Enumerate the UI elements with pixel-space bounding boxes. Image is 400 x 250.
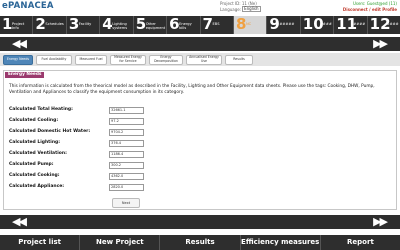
domestic-hot-water-field[interactable]: 9704.2	[109, 129, 144, 136]
field-label: Calculated Appliance:	[9, 184, 65, 189]
row-cooling: Calculated Cooling: 97.2	[9, 118, 209, 125]
step-2[interactable]: 2 Schedules	[33, 16, 67, 34]
cooling-field[interactable]: 97.2	[109, 118, 144, 125]
step-10[interactable]: 10 ####	[301, 16, 335, 34]
bottom-nav-bar: ◀◀ ▶▶	[0, 215, 400, 229]
top-nav-bar: ◀◀ ▶▶	[0, 37, 400, 51]
header: ePANACEA Project ID: 11 (Ne) Language: E…	[0, 0, 400, 15]
field-label: Calculated Cooking:	[9, 173, 60, 178]
next-button[interactable]: Next	[112, 198, 140, 208]
step-12[interactable]: 12 ####	[368, 16, 400, 34]
step-5[interactable]: 5 Other equipment	[134, 16, 168, 34]
intro-text: This information is calculated from the …	[9, 84, 375, 95]
pump-field[interactable]: 300.2	[109, 162, 144, 169]
field-label: Calculated Domestic Hot Water:	[9, 129, 91, 134]
field-label: Calculated Pump:	[9, 162, 54, 167]
tab-results[interactable]: Results	[225, 54, 253, 65]
menu-new-project[interactable]: New Project	[80, 235, 161, 250]
next-arrow-icon[interactable]: ▶▶	[373, 216, 388, 228]
cooking-field[interactable]: 4362.0	[109, 173, 144, 180]
field-label: Calculated Ventilation:	[9, 151, 67, 156]
step-7[interactable]: 7 EBS	[201, 16, 234, 34]
language-select[interactable]: English	[242, 6, 261, 12]
field-label: Calculated Lighting:	[9, 140, 61, 145]
panel-title: Energy Needs	[5, 72, 45, 78]
language-label: Language:	[220, 6, 242, 12]
row-pump: Calculated Pump: 300.2	[9, 162, 209, 169]
appliance-field[interactable]: 2820.0	[109, 184, 144, 191]
tab-energy-decomposition[interactable]: Energy Decomposition	[149, 54, 183, 65]
menu-report[interactable]: Report	[321, 235, 400, 250]
row-cooking: Calculated Cooking: 4362.0	[9, 173, 209, 180]
tab-fuel-availability[interactable]: Fuel Availability	[36, 54, 72, 65]
row-lighting: Calculated Lighting: 376.4	[9, 140, 209, 147]
tab-energy-needs[interactable]: Energy Needs	[3, 54, 33, 65]
menu-project-list[interactable]: Project list	[0, 235, 81, 250]
step-1[interactable]: 1 Project Info	[0, 16, 34, 34]
step-6[interactable]: 6 Energy bills	[167, 16, 201, 34]
previous-arrow-icon[interactable]: ◀◀	[12, 216, 27, 228]
row-domestic-hot-water: Calculated Domestic Hot Water: 9704.2	[9, 129, 209, 136]
tab-annualised-energy[interactable]: Annualised Energy Use	[186, 54, 222, 65]
field-label: Calculated Total Heating:	[9, 107, 73, 112]
tab-measured-fuel[interactable]: Measured Fuel	[75, 54, 107, 65]
previous-arrow-icon[interactable]: ◀◀	[12, 38, 27, 50]
step-4[interactable]: 4 Lighting systems	[100, 16, 134, 34]
next-arrow-icon[interactable]: ▶▶	[373, 38, 388, 50]
step-9[interactable]: 9 #####	[267, 16, 301, 34]
bottom-menu: Project list New Project Results Efficie…	[0, 235, 400, 250]
ventilation-field[interactable]: 1186.4	[109, 151, 144, 158]
logout-link[interactable]: Disconnect / edit Profile	[343, 7, 397, 12]
row-appliance: Calculated Appliance: 2820.0	[9, 184, 209, 191]
total-heating-field[interactable]: 32661.1	[109, 107, 144, 114]
row-ventilation: Calculated Ventilation: 1186.4	[9, 151, 209, 158]
user-info: Users: Guest@ed (11)	[352, 1, 397, 6]
row-total-heating: Calculated Total Heating: 32661.1	[9, 107, 209, 114]
tab-bar: Energy Needs Fuel Availability Measured …	[0, 53, 400, 66]
lighting-field[interactable]: 376.4	[109, 140, 144, 147]
app-logo[interactable]: ePANACEA	[2, 1, 54, 11]
energy-needs-panel: Energy Needs This information is calcula…	[3, 70, 397, 210]
step-3[interactable]: 3 Facility	[67, 16, 101, 34]
language-picker: Language: English	[220, 6, 261, 12]
menu-results[interactable]: Results	[160, 235, 241, 250]
menu-efficiency-measures[interactable]: Efficiency measures	[241, 235, 321, 250]
tab-measured-energy[interactable]: Measured Energy for Service	[110, 54, 146, 65]
field-label: Calculated Cooling:	[9, 118, 59, 123]
step-8-active[interactable]: 8 NC	[233, 16, 268, 34]
step-11[interactable]: 11 ####	[334, 16, 368, 34]
step-bar: 1 Project Info 2 Schedules 3 Facility 4 Ligh…	[0, 16, 400, 34]
